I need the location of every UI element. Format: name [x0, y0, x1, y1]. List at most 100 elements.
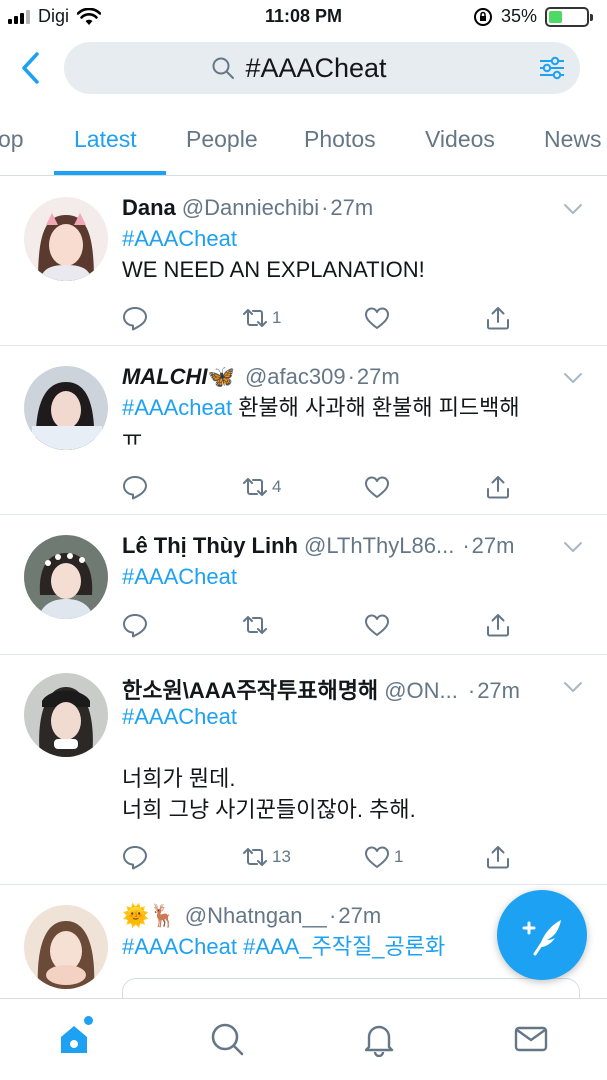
like-button[interactable]: 1 — [364, 843, 403, 871]
reply-icon — [122, 844, 148, 870]
tweet-text-line: WE NEED AN EXPLANATION! — [122, 257, 425, 282]
retweet-button[interactable]: 1 — [242, 304, 281, 332]
battery-percent: 35% — [500, 6, 537, 26]
avatar[interactable] — [24, 197, 108, 281]
tweet-author-name[interactable]: Dana — [122, 195, 176, 221]
avatar[interactable] — [24, 673, 108, 757]
tweet-time: 27m — [338, 903, 382, 928]
tweet-text: #AAACheat — [122, 561, 577, 592]
back-icon[interactable] — [14, 48, 48, 88]
search-input[interactable]: #AAACheat — [64, 42, 580, 94]
like-button[interactable] — [364, 473, 390, 501]
search-query: #AAACheat — [245, 52, 387, 83]
filter-icon[interactable] — [538, 54, 566, 82]
retweet-icon — [242, 612, 268, 638]
tweet-author-handle[interactable]: @afac309 — [245, 364, 346, 390]
tab-videos[interactable]: Videos — [425, 126, 495, 153]
tweet-text-line: 너희가 뭔데. — [122, 766, 236, 791]
hashtag-link[interactable]: #AAACheat — [122, 226, 237, 251]
separator-dot: · — [347, 364, 355, 389]
home-icon[interactable] — [56, 1021, 92, 1057]
tweet-actions: 13 1 — [122, 843, 522, 871]
hashtag-link[interactable]: #AAAcheat — [122, 395, 232, 420]
tweet-actions: 1 — [122, 304, 522, 332]
tweet-text: #AAAcheat 환불해 사과해 환불해 피드백해 ㅠ — [122, 392, 577, 454]
avatar[interactable] — [24, 366, 108, 450]
heart-icon — [364, 474, 390, 500]
notification-dot — [84, 1016, 93, 1025]
reply-icon — [122, 612, 148, 638]
reply-button[interactable] — [122, 473, 148, 501]
tweet-author-name[interactable]: 한소원\AAA주작투표해명해 — [122, 673, 378, 701]
hashtag-link[interactable]: #AAA_주작질_공론화 — [243, 934, 445, 959]
share-button[interactable] — [485, 843, 511, 871]
retweet-icon — [242, 474, 268, 500]
heart-icon — [364, 305, 390, 331]
chevron-down-icon[interactable] — [563, 371, 583, 385]
reply-icon — [122, 474, 148, 500]
tweet-author-name[interactable]: 🌞🦌 — [122, 903, 177, 929]
media-card[interactable] — [122, 978, 580, 998]
tweet-author-name[interactable]: Lê Thị Thùy Linh — [122, 533, 298, 559]
retweet-button[interactable] — [242, 611, 268, 639]
battery-icon — [545, 6, 593, 27]
retweet-button[interactable]: 13 — [242, 843, 291, 871]
share-button[interactable] — [485, 473, 511, 501]
tweet[interactable]: Lê Thị Thùy Linh @LThThyL86... · 27m #AA… — [0, 515, 607, 655]
tweet-header: Dana @Danniechibi · 27m — [122, 195, 557, 223]
chevron-down-icon[interactable] — [563, 202, 583, 216]
hashtag-link[interactable]: #AAACheat — [122, 934, 237, 959]
like-button[interactable] — [364, 611, 390, 639]
tweet-header: Lê Thị Thùy Linh @LThThyL86... · 27m — [122, 533, 557, 561]
tweet-author-handle[interactable]: @Danniechibi — [182, 195, 319, 221]
tweet-text-line: 환불해 사과해 환불해 피드백해 — [232, 395, 520, 420]
share-icon — [485, 612, 511, 638]
tweet-author-handle[interactable]: @Nhatngan__ — [185, 903, 327, 929]
notifications-icon[interactable] — [361, 1021, 397, 1057]
chevron-down-icon[interactable] — [563, 540, 583, 554]
separator-dot: · — [467, 678, 476, 701]
tab-photos[interactable]: Photos — [304, 126, 376, 153]
reply-icon — [122, 305, 148, 331]
heart-icon — [364, 612, 390, 638]
tweet[interactable]: Dana @Danniechibi · 27m #AAACheat WE NEE… — [0, 177, 607, 346]
tweet-author-name[interactable]: MALCHI — [122, 364, 208, 390]
tweet-header: 한소원\AAA주작투표해명해 @ON... · 27m — [122, 673, 557, 701]
compose-tweet-button[interactable] — [497, 890, 587, 980]
messages-icon[interactable] — [513, 1021, 549, 1057]
hashtag-link[interactable]: #AAACheat — [122, 704, 237, 729]
retweet-icon — [242, 844, 268, 870]
reply-button[interactable] — [122, 611, 148, 639]
like-button[interactable] — [364, 304, 390, 332]
separator-dot: · — [462, 533, 470, 558]
tab-top[interactable]: op — [0, 126, 24, 153]
share-button[interactable] — [485, 611, 511, 639]
tab-people[interactable]: People — [186, 126, 258, 153]
tweet-time: 27m — [471, 533, 515, 558]
separator-dot: · — [329, 903, 337, 928]
search-icon[interactable] — [209, 1021, 245, 1057]
tab-news[interactable]: News — [544, 126, 602, 153]
reply-button[interactable] — [122, 843, 148, 871]
avatar[interactable] — [24, 535, 108, 619]
active-tab-indicator — [54, 171, 166, 175]
reply-button[interactable] — [122, 304, 148, 332]
chevron-down-icon[interactable] — [563, 680, 583, 694]
tweet-text-line: 너희 그냥 사기꾼들이잖아. 추해. — [122, 797, 416, 822]
tweet[interactable]: MALCHI 🦋 @afac309 · 27m #AAAcheat 환불해 사과… — [0, 346, 607, 515]
retweet-count: 13 — [272, 847, 291, 866]
share-button[interactable] — [485, 304, 511, 332]
tweet-author-handle[interactable]: @ON... — [384, 678, 458, 701]
search-icon — [212, 57, 235, 79]
search-tabs: op Latest People Photos Videos News — [0, 102, 607, 176]
retweet-button[interactable]: 4 — [242, 473, 281, 501]
tweet-time: 27m — [330, 195, 374, 220]
tab-latest[interactable]: Latest — [74, 126, 137, 153]
tweet-author-handle[interactable]: @LThThyL86... — [304, 533, 454, 559]
like-count: 1 — [394, 847, 404, 866]
share-icon — [485, 305, 511, 331]
avatar[interactable] — [24, 905, 108, 989]
hashtag-link[interactable]: #AAACheat — [122, 564, 237, 589]
tweet-header: 🌞🦌 @Nhatngan__ · 27m — [122, 903, 557, 931]
tweet[interactable]: 한소원\AAA주작투표해명해 @ON... · 27m #AAACheat 너희… — [0, 655, 607, 885]
